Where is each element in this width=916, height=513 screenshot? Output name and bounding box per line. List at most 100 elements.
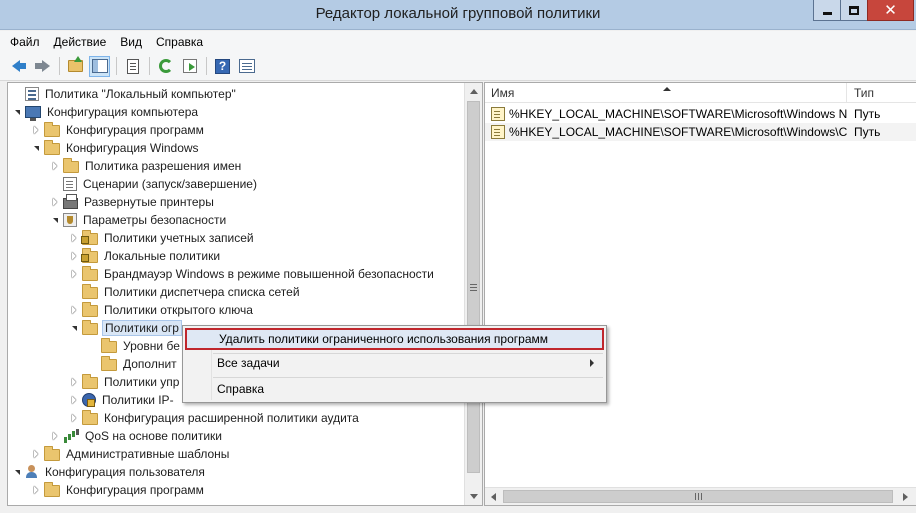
list-item-type: Путь bbox=[854, 107, 881, 121]
details-button[interactable] bbox=[236, 56, 257, 77]
folder-icon bbox=[82, 320, 98, 335]
back-button[interactable] bbox=[8, 56, 29, 77]
expand-arrow-icon[interactable] bbox=[69, 395, 79, 405]
tree-node-label: Конфигурация компьютера bbox=[47, 105, 199, 119]
tree-node[interactable]: Уровни бе bbox=[88, 337, 182, 355]
collapse-arrow-icon[interactable] bbox=[50, 215, 60, 225]
minimize-icon bbox=[822, 11, 832, 15]
tree-node[interactable]: Конфигурация пользователя bbox=[12, 463, 207, 481]
folder-icon bbox=[44, 446, 60, 461]
scroll-up-icon[interactable] bbox=[465, 83, 482, 100]
tree-node[interactable]: Локальные политики bbox=[69, 247, 222, 265]
show-hide-tree-button[interactable] bbox=[89, 55, 110, 77]
delete-srp-menu-item[interactable]: Удалить политики ограниченного использов… bbox=[185, 328, 604, 350]
expand-arrow-icon[interactable] bbox=[69, 413, 79, 423]
list-header: Имя Тип bbox=[485, 83, 916, 103]
title-bar: Редактор локальной групповой политики ✕ bbox=[0, 0, 916, 30]
folder-icon bbox=[82, 374, 98, 389]
expand-arrow-icon[interactable] bbox=[31, 485, 41, 495]
help-button[interactable]: ? bbox=[212, 56, 233, 77]
menu-help[interactable]: Справка bbox=[156, 35, 203, 49]
expand-arrow-icon[interactable] bbox=[31, 125, 41, 135]
properties-button[interactable] bbox=[122, 56, 143, 77]
all-tasks-menu-item[interactable]: Все задачи bbox=[185, 352, 604, 374]
collapse-arrow-icon[interactable] bbox=[69, 323, 79, 333]
expand-arrow-icon[interactable] bbox=[69, 269, 79, 279]
minimize-button[interactable] bbox=[813, 0, 840, 21]
user-icon bbox=[25, 465, 39, 479]
list-item[interactable]: %HKEY_LOCAL_MACHINE\SOFTWARE\Microsoft\W… bbox=[485, 105, 916, 123]
expand-arrow-icon[interactable] bbox=[69, 233, 79, 243]
tree-node[interactable]: Конфигурация компьютера bbox=[12, 103, 200, 121]
expand-arrow-icon[interactable] bbox=[50, 431, 60, 441]
properties-icon bbox=[126, 58, 139, 74]
menu-view[interactable]: Вид bbox=[120, 35, 142, 49]
tree-node[interactable]: Конфигурация программ bbox=[31, 481, 206, 499]
scroll-down-icon[interactable] bbox=[465, 488, 482, 505]
up-one-level-button[interactable] bbox=[65, 56, 86, 77]
tree-node[interactable]: Политики учетных записей bbox=[69, 229, 256, 247]
tree-node[interactable]: Политики огр bbox=[69, 319, 182, 337]
folder-icon bbox=[82, 302, 98, 317]
tree-node[interactable]: Брандмауэр Windows в режиме повышенной б… bbox=[69, 265, 436, 283]
tree-node[interactable]: Политика "Локальный компьютер" bbox=[12, 85, 238, 103]
details-pane[interactable]: Имя Тип %HKEY_LOCAL_MACHINE\SOFTWARE\Mic… bbox=[484, 82, 916, 506]
tree-node[interactable]: Конфигурация расширенной политики аудита bbox=[69, 409, 361, 427]
folder-icon bbox=[82, 284, 98, 299]
tree-node-label: Административные шаблоны bbox=[66, 447, 230, 461]
toolbar-separator bbox=[206, 57, 207, 75]
tree-node[interactable]: Развернутые принтеры bbox=[50, 193, 216, 211]
tree-node-label: Сценарии (запуск/завершение) bbox=[83, 177, 257, 191]
tree-node[interactable]: Политика разрешения имен bbox=[50, 157, 243, 175]
scroll-left-icon[interactable] bbox=[485, 488, 502, 505]
refresh-button[interactable] bbox=[155, 56, 176, 77]
forward-button[interactable] bbox=[32, 56, 53, 77]
maximize-button[interactable] bbox=[840, 0, 867, 21]
list-item[interactable]: %HKEY_LOCAL_MACHINE\SOFTWARE\Microsoft\W… bbox=[485, 123, 916, 141]
security-settings-icon bbox=[63, 213, 77, 227]
expand-arrow-icon[interactable] bbox=[69, 251, 79, 261]
tree-node-label: Политики учетных записей bbox=[104, 231, 254, 245]
expand-arrow-icon[interactable] bbox=[69, 305, 79, 315]
close-button[interactable]: ✕ bbox=[867, 0, 914, 21]
tree-node[interactable]: QoS на основе политики bbox=[50, 427, 224, 445]
forward-arrow-icon bbox=[34, 60, 50, 72]
column-type-header[interactable]: Тип bbox=[848, 83, 916, 103]
help-menu-item[interactable]: Справка bbox=[185, 378, 604, 400]
tree-node[interactable]: Административные шаблоны bbox=[31, 445, 231, 463]
tree-node[interactable]: Политики IP- bbox=[69, 391, 176, 409]
tree-node-label: Конфигурация программ bbox=[66, 483, 204, 497]
scrollbar-thumb[interactable] bbox=[467, 101, 480, 473]
scroll-right-icon[interactable] bbox=[897, 488, 914, 505]
policy-icon bbox=[25, 87, 39, 101]
locked-folder-icon bbox=[81, 248, 98, 263]
expand-arrow-icon[interactable] bbox=[50, 197, 60, 207]
expand-arrow-icon[interactable] bbox=[31, 449, 41, 459]
help-label: Справка bbox=[217, 382, 265, 396]
tree-node[interactable]: Параметры безопасности bbox=[50, 211, 228, 229]
collapse-arrow-icon[interactable] bbox=[31, 143, 41, 153]
close-icon: ✕ bbox=[884, 0, 897, 19]
collapse-arrow-icon[interactable] bbox=[12, 467, 22, 477]
expand-arrow-icon[interactable] bbox=[69, 377, 79, 387]
tree-node[interactable]: Конфигурация Windows bbox=[31, 139, 201, 157]
collapse-arrow-icon[interactable] bbox=[12, 107, 22, 117]
toolbar: ? bbox=[0, 52, 916, 81]
tree-node[interactable]: Политики открытого ключа bbox=[69, 301, 255, 319]
scrollbar-thumb[interactable] bbox=[503, 490, 893, 503]
path-rule-icon bbox=[491, 107, 505, 121]
menu-action[interactable]: Действие bbox=[54, 35, 107, 49]
tree-node[interactable]: Дополнит bbox=[88, 355, 179, 373]
expand-arrow-icon[interactable] bbox=[50, 161, 60, 171]
tree-pane[interactable]: Политика "Локальный компьютер" Конфигурац… bbox=[7, 82, 483, 506]
tree-node[interactable]: Конфигурация программ bbox=[31, 121, 206, 139]
tree-node[interactable]: Сценарии (запуск/завершение) bbox=[50, 175, 259, 193]
tree-node[interactable]: Политики упр bbox=[69, 373, 181, 391]
list-horizontal-scrollbar[interactable] bbox=[485, 487, 916, 505]
menu-file[interactable]: Файл bbox=[10, 35, 40, 49]
tree-vertical-scrollbar[interactable] bbox=[464, 83, 482, 505]
export-list-button[interactable] bbox=[179, 56, 200, 77]
column-name-header[interactable]: Имя bbox=[485, 83, 847, 103]
folder-icon bbox=[82, 266, 98, 281]
tree-node[interactable]: Политики диспетчера списка сетей bbox=[69, 283, 302, 301]
